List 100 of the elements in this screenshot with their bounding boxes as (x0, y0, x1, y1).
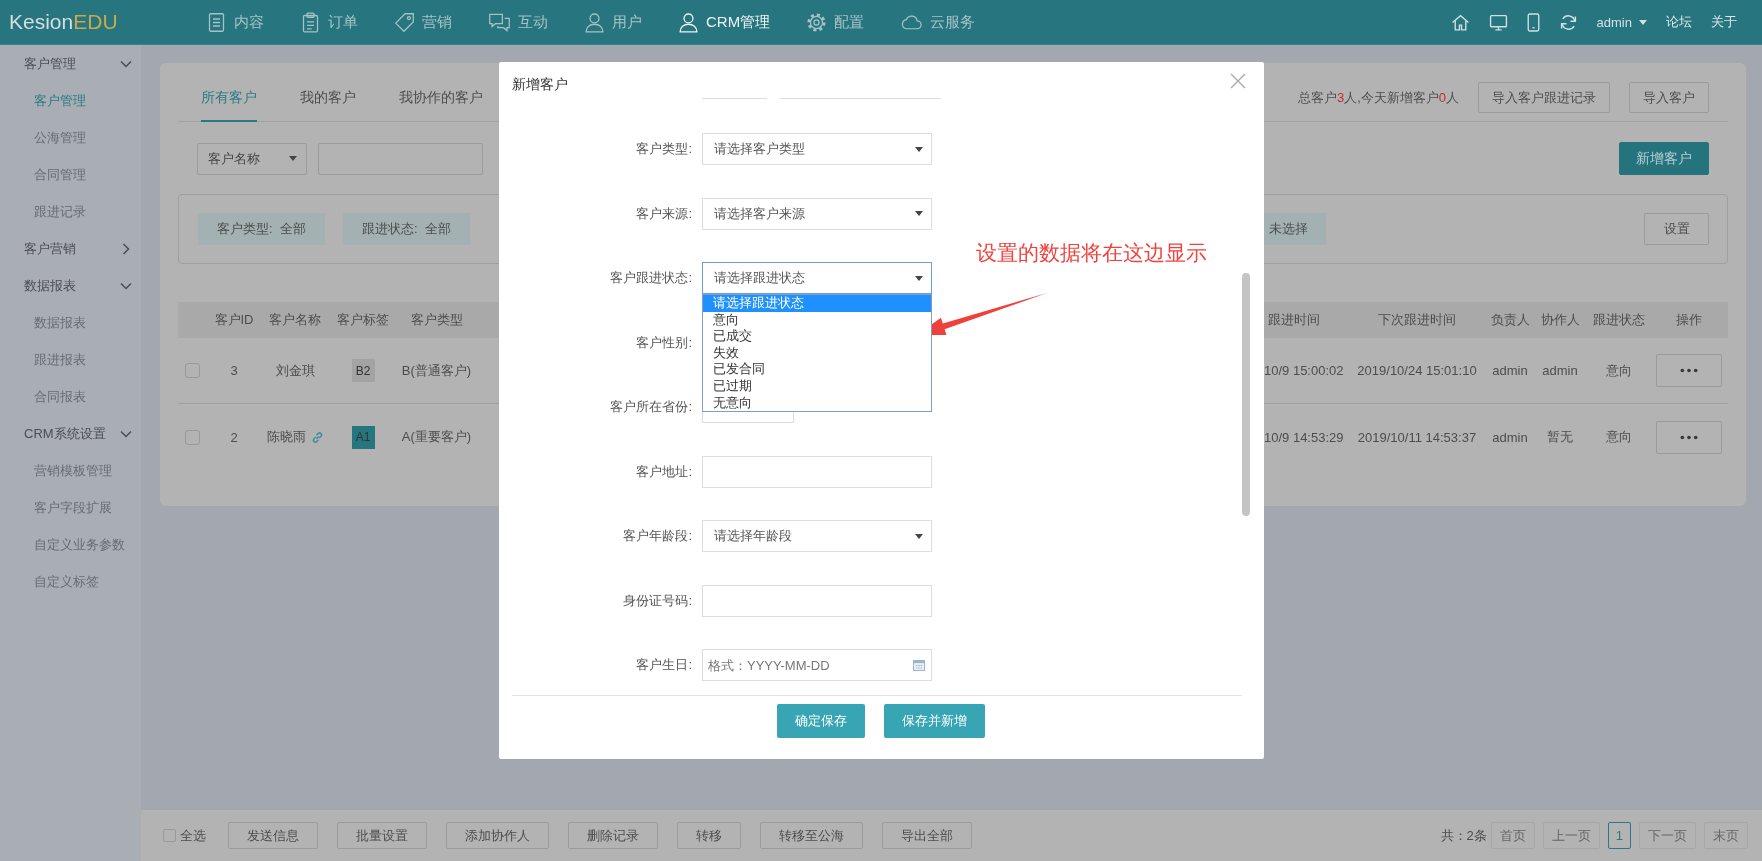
pager-button[interactable]: 1 (1607, 822, 1631, 849)
nav-item[interactable]: 内容 (206, 11, 264, 33)
save-button[interactable]: 确定保存 (777, 704, 865, 738)
table-cell: 10/9 14:53:29 (1263, 429, 1344, 445)
column-header: 客户标签 (337, 311, 389, 329)
monitor-icon[interactable] (1488, 12, 1508, 32)
table-cell: 2 (230, 429, 238, 445)
bulk-action-button[interactable]: 添加协作人 (446, 822, 549, 849)
nav-item[interactable]: CRM管理 (678, 11, 771, 33)
column-header: 下次跟进时间 (1378, 311, 1456, 329)
scrollbar-thumb[interactable] (1242, 273, 1250, 516)
sidebar-item[interactable]: 自定义标签 (0, 563, 141, 600)
bulk-action-button[interactable]: 转移 (677, 822, 741, 849)
filter-chip[interactable]: 跟进状态: 全部 (343, 213, 470, 245)
sidebar-item[interactable]: 客户管理 (0, 82, 141, 119)
sidebar-item[interactable]: 跟进记录 (0, 193, 141, 230)
nav-item[interactable]: 云服务 (900, 11, 976, 33)
home-icon[interactable] (1450, 12, 1470, 32)
bulk-action-button[interactable]: 导出全部 (882, 822, 972, 849)
select-field[interactable]: 请选择跟进状态 (702, 262, 932, 294)
nav-item[interactable]: 互动 (488, 11, 548, 33)
tag-icon (394, 11, 415, 33)
nav-item[interactable]: 配置 (806, 11, 865, 33)
filter-chip[interactable]: 客户类型: 全部 (198, 213, 325, 245)
select-field[interactable]: 请选择年龄段 (702, 520, 932, 552)
caret-icon (1639, 19, 1647, 25)
nav-item[interactable]: 用户 (584, 11, 642, 33)
phone-icon[interactable] (1526, 12, 1540, 32)
import-button[interactable]: 导入客户跟进记录 (1478, 82, 1610, 113)
select-all-checkbox[interactable] (163, 829, 176, 842)
table-cell: 意向 (1606, 428, 1632, 446)
bulk-action-button[interactable]: 发送信息 (228, 822, 318, 849)
table-cell: 2019/10/11 14:53:37 (1357, 429, 1477, 445)
sidebar-group[interactable]: 客户营销 (0, 230, 141, 267)
text-field[interactable] (702, 584, 932, 617)
dropdown-option[interactable]: 已成交 (703, 328, 931, 345)
more-icon (1678, 434, 1699, 440)
more-button[interactable] (1655, 420, 1722, 454)
form-label: 客户所在省份: (609, 398, 692, 416)
dropdown-option[interactable]: 请选择跟进状态 (703, 295, 931, 312)
table-cell: admin (1492, 429, 1528, 445)
table-cell: 暂无 (1547, 428, 1573, 446)
text-field[interactable] (702, 455, 932, 488)
table-cell: 刘金琪 (275, 361, 315, 380)
tab[interactable]: 所有客户 (201, 79, 257, 122)
customer-tag: B2 (351, 359, 375, 382)
caret-icon (289, 156, 297, 161)
dropdown-option[interactable]: 已过期 (703, 377, 931, 395)
dropdown-option[interactable]: 意向 (703, 311, 931, 329)
sidebar-item[interactable]: 营销模板管理 (0, 452, 141, 489)
nav-item[interactable]: 营销 (394, 11, 452, 33)
select-all-label[interactable]: 全选 (180, 826, 206, 845)
sidebar-item[interactable]: 数据报表 (0, 304, 141, 341)
user-menu[interactable]: admin (1596, 14, 1647, 30)
close-button[interactable] (1228, 71, 1248, 91)
form-label: 客户年龄段: (622, 527, 692, 545)
tab[interactable]: 我的客户 (300, 79, 356, 122)
customer-summary: 总客户3人,今天新增客户0人 (1297, 88, 1459, 107)
select-field[interactable]: 请选择客户来源 (702, 197, 932, 230)
column-header: 协作人 (1540, 311, 1580, 329)
sidebar-group[interactable]: 数据报表 (0, 267, 141, 304)
bulk-action-button[interactable]: 转移至公海 (760, 822, 863, 849)
settings-button[interactable]: 设置 (1644, 213, 1709, 245)
date-field[interactable]: 格式：YYYY-MM-DD (702, 649, 932, 681)
row-checkbox[interactable] (184, 429, 200, 445)
sidebar-item[interactable]: 客户字段扩展 (0, 489, 141, 526)
column-header: 负责人 (1490, 311, 1530, 329)
more-button[interactable] (1655, 354, 1722, 387)
calendar-icon[interactable] (913, 659, 925, 671)
dropdown-option[interactable]: 已发合同 (703, 361, 931, 378)
chat-icon (488, 11, 511, 33)
search-input[interactable] (318, 142, 483, 175)
import-button[interactable]: 导入客户 (1629, 82, 1709, 113)
sidebar-item[interactable]: 跟进报表 (0, 341, 141, 378)
sidebar-item[interactable]: 自定义业务参数 (0, 526, 141, 563)
bulk-action-button[interactable]: 删除记录 (568, 822, 658, 849)
nav-item[interactable]: 订单 (300, 11, 358, 33)
dropdown-option[interactable]: 无意向 (703, 394, 931, 412)
sidebar-group[interactable]: 客户管理 (0, 45, 141, 82)
refresh-icon[interactable] (1558, 12, 1578, 32)
sidebar-item[interactable]: 合同报表 (0, 378, 141, 415)
column-header: 跟进状态 (1593, 311, 1645, 329)
search-field-select[interactable]: 客户名称 (197, 142, 307, 175)
top-link[interactable]: 论坛 (1666, 13, 1692, 31)
table-cell: A(重要客户) (401, 428, 472, 446)
select-field[interactable]: 请选择客户类型 (702, 133, 932, 165)
bulk-action-button[interactable]: 批量设置 (337, 822, 427, 849)
add-customer-button[interactable]: 新增客户 (1619, 142, 1709, 175)
save-and-add-button[interactable]: 保存并新增 (884, 704, 985, 738)
top-link[interactable]: 关于 (1711, 13, 1737, 31)
link-icon[interactable] (310, 430, 324, 444)
close-icon (1230, 73, 1246, 89)
sidebar-item[interactable]: 合同管理 (0, 156, 141, 193)
dropdown-option[interactable]: 失效 (703, 344, 931, 362)
form-label: 客户跟进状态: (609, 269, 692, 287)
sidebar-group[interactable]: CRM系统设置 (0, 415, 141, 452)
tab[interactable]: 我协作的客户 (399, 79, 483, 122)
record-count: 共：2条 (1440, 826, 1487, 845)
row-checkbox[interactable] (184, 363, 200, 378)
sidebar-item[interactable]: 公海管理 (0, 119, 141, 156)
